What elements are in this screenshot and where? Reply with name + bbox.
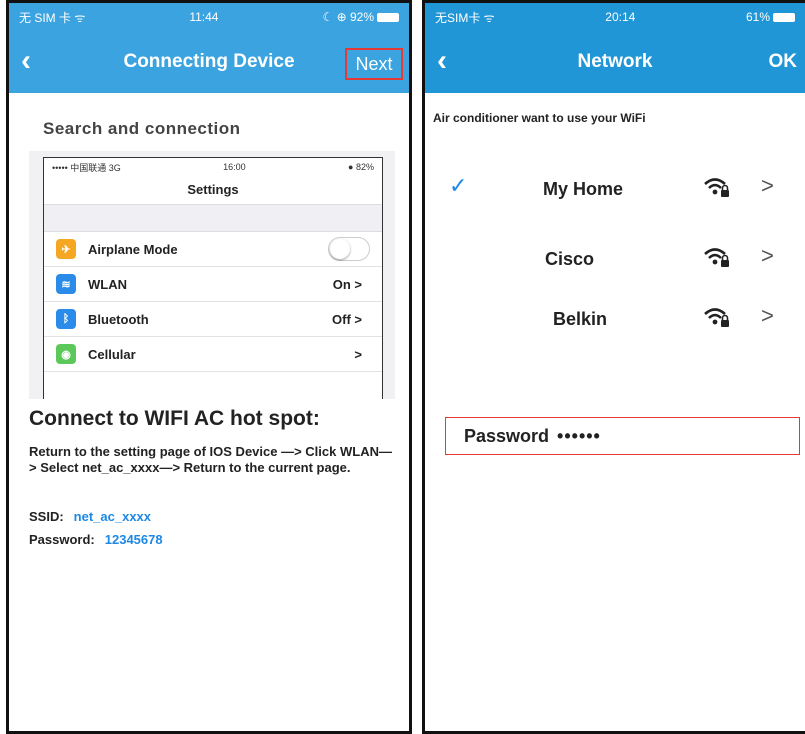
setting-icon: ≋ (56, 274, 76, 294)
screenshot-time: 16:00 (223, 162, 246, 172)
setting-label: WLAN (88, 276, 127, 292)
status-carrier: 无SIM卡 ᯤ (435, 10, 495, 25)
status-battery: 61% (746, 10, 795, 24)
screenshot-battery: ● 82% (348, 162, 374, 172)
screenshot-title: Settings (44, 176, 382, 205)
wifi-lock-icon (704, 178, 729, 197)
screenshot-row: ᛒ Bluetooth Off > (44, 302, 382, 337)
battery-icon (773, 13, 795, 23)
checkmark-icon: ✓ (449, 173, 468, 198)
status-bar: 无SIM卡 ᯤ 20:14 61% (425, 3, 805, 31)
password-field-label: Password (464, 426, 550, 446)
airplane-toggle (328, 237, 370, 261)
setting-icon: ◉ (56, 344, 76, 364)
chevron-right-icon: > (761, 173, 774, 198)
connecting-device-screen: 无 SIM 卡 ᯤ 11:44 ☾ ⊕ 92% ‹ Connecting Dev… (6, 0, 412, 734)
status-time: 11:44 (189, 10, 219, 24)
password-label: Password: (29, 532, 95, 547)
battery-icon (377, 13, 399, 23)
setting-label: Cellular (88, 346, 136, 362)
chevron-right-icon: > (761, 303, 774, 328)
setting-label: Airplane Mode (88, 241, 178, 257)
screenshot-status-bar: ••••• 中国联通 3G 16:00 ● 82% (44, 158, 382, 176)
network-screen: 无SIM卡 ᯤ 20:14 61% ‹ Network OK Air condi… (422, 0, 805, 734)
password-field[interactable]: Password •••••• (445, 417, 800, 455)
network-name: Cisco (545, 249, 595, 269)
ssid-value: net_ac_xxxx (73, 509, 152, 524)
setting-icon: ✈ (56, 239, 76, 259)
screenshot-row: ◉ Cellular > (44, 337, 382, 372)
setting-label: Bluetooth (88, 311, 149, 327)
network-item[interactable]: Belkin > (425, 299, 805, 339)
connect-heading: Connect to WIFI AC hot spot: (29, 407, 320, 430)
ssid-line: SSID: net_ac_xxxx (29, 509, 151, 524)
setting-value: Off > (332, 311, 362, 327)
instructions-text: Return to the setting page of IOS Device… (29, 444, 392, 475)
wifi-lock-icon (704, 248, 729, 267)
chevron-right-icon: > (761, 243, 774, 268)
screenshot-row: ✈ Airplane Mode (44, 232, 382, 267)
status-time: 20:14 (605, 10, 636, 24)
status-battery: ☾ ⊕ 92% (323, 10, 399, 24)
setting-icon: ᛒ (56, 309, 76, 329)
wifi-lock-icon (704, 308, 729, 327)
wifi-prompt: Air conditioner want to use your WiFi (433, 111, 646, 125)
screenshot-row: ≋ WLAN On > (44, 267, 382, 302)
screenshot-frame: ••••• 中国联通 3G 16:00 ● 82% Settings ✈ Airp… (43, 157, 383, 399)
network-name: Belkin (553, 309, 608, 329)
password-line: Password: 12345678 (29, 532, 163, 547)
screenshot-rows: ✈ Airplane Mode ≋ WLAN On > ᛒ Bluetooth Off > ◉ C… (44, 232, 382, 372)
ok-button[interactable]: OK (769, 31, 798, 93)
network-item[interactable]: Cisco > (425, 239, 805, 279)
network-item[interactable]: ✓ My Home > (425, 169, 805, 209)
status-carrier: 无 SIM 卡 ᯤ (19, 10, 86, 25)
setting-value: On > (332, 276, 362, 292)
next-button[interactable]: Next (345, 48, 403, 80)
password-value: 12345678 (104, 532, 163, 547)
ssid-label: SSID: (29, 509, 64, 524)
status-bar: 无 SIM 卡 ᯤ 11:44 ☾ ⊕ 92% (9, 3, 409, 31)
settings-screenshot: ••••• 中国联通 3G 16:00 ● 82% Settings ✈ Airp… (29, 151, 395, 399)
screenshot-carrier: ••••• 中国联通 3G (52, 162, 121, 173)
network-name: My Home (543, 179, 624, 199)
nav-bar: ‹ Network OK (425, 31, 805, 93)
setting-value: > (354, 346, 362, 362)
screenshot-spacer (44, 205, 382, 232)
section-title: Search and connection (43, 119, 241, 138)
nav-bar: ‹ Connecting Device Next (9, 31, 409, 93)
password-mask: •••••• (557, 426, 601, 446)
page-title: Network (577, 51, 653, 72)
